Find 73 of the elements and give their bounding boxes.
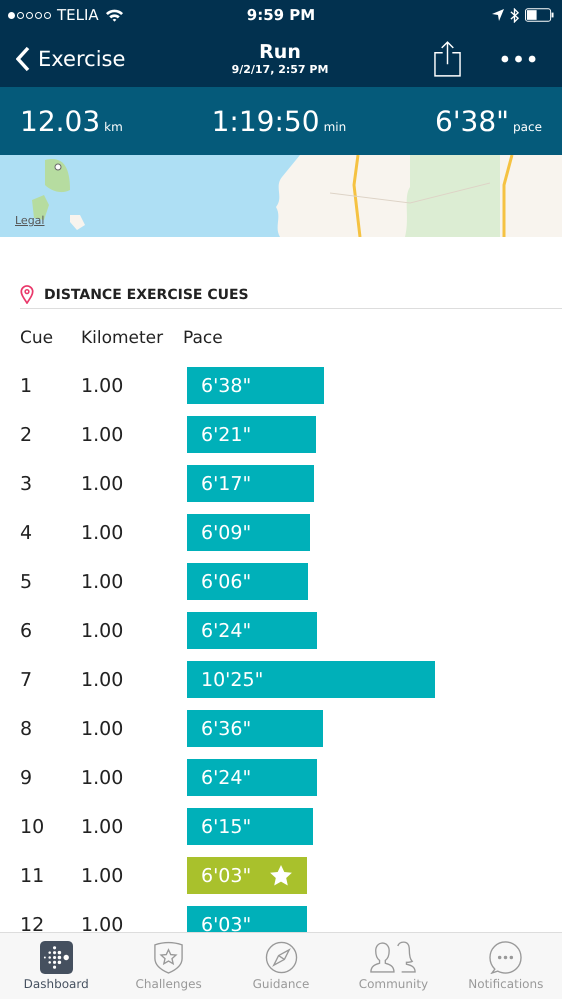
- compass-icon: [264, 941, 298, 974]
- signal-icon: [8, 12, 51, 18]
- table-cell-text: 1.00: [81, 766, 124, 788]
- location-arrow-icon: [492, 9, 504, 21]
- pace-bar: 6'21": [187, 416, 316, 453]
- screen-title: Run: [259, 41, 301, 63]
- pace-bar: 6'38": [187, 367, 324, 404]
- wifi-icon: [104, 8, 124, 22]
- table-cell-text: 12: [20, 914, 46, 932]
- pace-bar: 6'17": [187, 465, 314, 502]
- stat-value: 1:19:50: [212, 104, 320, 138]
- stat-value: 6'38": [435, 104, 510, 138]
- date-time: 9/2/17, 2:57 PM: [232, 63, 328, 76]
- tab-bar-item[interactable]: Community: [337, 933, 450, 999]
- clock-time: 9:59 PM: [246, 6, 316, 24]
- table-cell-text: 1.00: [81, 472, 124, 494]
- share-icon[interactable]: [434, 40, 461, 77]
- dots-logo-icon: [40, 941, 73, 974]
- stat-unit: pace: [513, 120, 542, 134]
- battery-icon: [525, 8, 554, 22]
- pace-bar: 6'36": [187, 710, 324, 747]
- pace-bar: 6'03": [187, 857, 307, 894]
- column-header: Pace: [183, 328, 223, 348]
- table-cell-text: 4: [20, 522, 34, 544]
- pace-bar: 6'09": [187, 514, 310, 551]
- table-cell-text: 8: [20, 718, 34, 740]
- pace-bar: 6'24": [187, 759, 318, 796]
- stat-unit: min: [324, 120, 346, 134]
- pace-bar: 6'15": [187, 808, 313, 845]
- table-cell-text: 1.00: [81, 620, 124, 642]
- tab-bar-item[interactable]: Guidance: [224, 933, 338, 999]
- table-cell-text: 1.00: [81, 522, 124, 544]
- stat-unit: km: [104, 120, 123, 134]
- table-cell-text: 5: [20, 570, 34, 592]
- table-cell-text: 1.00: [81, 570, 124, 592]
- people-icon: [369, 941, 418, 974]
- back-label[interactable]: Exercise: [38, 46, 126, 70]
- column-header: Kilometer: [81, 328, 164, 348]
- chevron-left-icon: [16, 46, 30, 72]
- table-cell-text: 3: [20, 472, 34, 494]
- tab-bar-item[interactable]: Dashboard: [0, 933, 112, 999]
- pace-bar: 6'03": [187, 906, 307, 932]
- table-cell-text: 1.00: [81, 374, 124, 396]
- more-icon[interactable]: [501, 54, 536, 62]
- section-title: DISTANCE EXERCISE CUES: [44, 286, 249, 302]
- table-cell-text: 1.00: [81, 914, 124, 932]
- legal-link[interactable]: Legal: [15, 214, 44, 227]
- star-icon: [269, 864, 294, 888]
- shield-star-icon: [152, 941, 186, 974]
- table-cell-text: 2: [20, 424, 34, 446]
- table-cell-text: 1.00: [81, 668, 124, 690]
- speech-bubble-icon: [489, 941, 522, 974]
- back-button[interactable]: Exercise: [16, 46, 126, 72]
- column-header: Cue: [20, 328, 54, 348]
- table-cell-text: 11: [20, 864, 46, 886]
- table-cell-text: 1.00: [81, 816, 124, 838]
- table-cell-text: 1: [20, 374, 34, 396]
- tab-bar-item[interactable]: Notifications: [450, 933, 562, 999]
- table-cell-text: 6: [20, 620, 34, 642]
- table-cell-text: 7: [20, 668, 34, 690]
- table-cell-text: 9: [20, 766, 34, 788]
- table-cell-text: 1.00: [81, 718, 124, 740]
- pace-bar: 6'24": [187, 612, 318, 649]
- bluetooth-icon: [510, 8, 519, 22]
- pace-bar: 10'25": [187, 661, 436, 698]
- tab-bar-item[interactable]: Challenges: [112, 933, 225, 999]
- pace-bar: 6'06": [187, 563, 308, 600]
- table-cell-text: 1.00: [81, 424, 124, 446]
- stat-value: 12.03: [20, 104, 100, 138]
- location-pin-icon: [20, 285, 34, 304]
- carrier-name: TELIA: [57, 6, 99, 24]
- table-cell-text: 10: [20, 816, 46, 838]
- table-cell-text: 1.00: [81, 864, 124, 886]
